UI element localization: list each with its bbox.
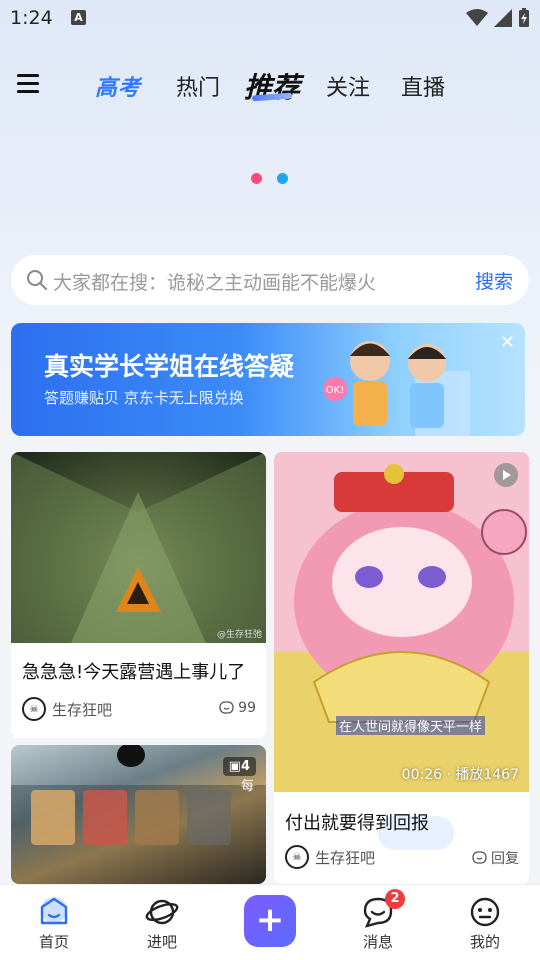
image-count-badge: ▣4 xyxy=(222,757,256,776)
banner-illustration: OK! xyxy=(323,341,470,436)
tab-home[interactable]: 首页 xyxy=(19,895,89,952)
banner-title: 真实学长学姐在线答疑 xyxy=(44,352,295,381)
profile-icon xyxy=(468,895,502,929)
play-icon[interactable] xyxy=(494,463,518,487)
feed-card[interactable]: ▣4 每 xyxy=(11,745,266,884)
tab-enter-bar[interactable]: 进吧 xyxy=(127,895,197,952)
image-count-value: 4 xyxy=(240,759,250,774)
comment-icon xyxy=(219,700,234,714)
bottom-tab-bar: 首页 进吧 + 2 消息 我的 xyxy=(0,884,540,960)
signal-icon xyxy=(494,9,512,27)
feed-card[interactable]: @生存狂弛 急急急!今天露营遇上事儿了 ☠ 生存狂吧 99 xyxy=(11,452,266,738)
author-name: 生存狂吧 xyxy=(315,848,376,867)
tab-home-label: 首页 xyxy=(38,933,69,951)
search-input[interactable]: 大家都在搜：诡秘之主动画能不能爆火 xyxy=(53,268,376,295)
planet-icon xyxy=(145,895,179,929)
unread-badge: 2 xyxy=(385,889,405,909)
post-image: ▣4 每 xyxy=(11,745,266,884)
post-image: @生存狂弛 xyxy=(11,452,266,643)
tab-gaokao[interactable]: 高考 xyxy=(95,70,141,102)
image-watermark: @生存狂弛 xyxy=(216,630,262,640)
author-name: 生存狂吧 xyxy=(52,700,113,719)
reply-label: 回复 xyxy=(491,851,519,867)
tab-messages-label: 消息 xyxy=(362,933,393,951)
tab-profile[interactable]: 我的 xyxy=(450,895,520,952)
app-indicator-icon: A xyxy=(71,10,86,25)
image-corner-text: 每 xyxy=(240,779,254,794)
create-post-button[interactable]: + xyxy=(244,895,296,947)
search-bar[interactable]: 大家都在搜：诡秘之主动画能不能爆火 搜索 xyxy=(11,255,529,305)
video-duration-views: 00:26 · 播放1467 xyxy=(401,767,519,783)
author-row[interactable]: ☠ 生存狂吧 xyxy=(285,845,375,869)
banner-subtitle: 答题赚贴贝 京东卡无上限兑换 xyxy=(44,389,244,407)
home-icon xyxy=(37,895,71,929)
reply-button[interactable]: 回复 xyxy=(472,848,519,868)
author-row[interactable]: ☠ 生存狂吧 xyxy=(22,697,112,721)
comment-count-value: 99 xyxy=(238,700,256,716)
tab-messages[interactable]: 2 消息 xyxy=(343,889,413,952)
post-title: 付出就要得到回报 xyxy=(285,813,429,834)
tab-profile-label: 我的 xyxy=(469,933,500,951)
close-icon[interactable]: ✕ xyxy=(500,332,515,353)
search-icon xyxy=(27,270,47,290)
video-caption: 在人世间就得像天平一样 xyxy=(336,716,486,735)
avatar: ☠ xyxy=(285,845,309,869)
comment-icon xyxy=(472,850,487,864)
comment-count[interactable]: 99 xyxy=(219,700,256,716)
tab-live[interactable]: 直播 xyxy=(401,70,445,102)
menu-icon[interactable] xyxy=(17,74,39,94)
tab-follow[interactable]: 关注 xyxy=(326,70,370,102)
carousel-dot-2[interactable] xyxy=(277,173,288,184)
tab-hot[interactable]: 热门 xyxy=(176,70,220,102)
carousel-dot-1[interactable] xyxy=(251,173,262,184)
message-icon: 2 xyxy=(361,889,405,929)
wifi-icon xyxy=(466,9,488,26)
status-icons xyxy=(466,8,530,28)
battery-icon xyxy=(519,8,529,27)
promo-banner[interactable]: 真实学长学姐在线答疑 答题赚贴贝 京东卡无上限兑换 OK! ✕ xyxy=(11,323,525,436)
banner-sticker: OK! xyxy=(323,377,347,401)
status-bar: 1:24 A xyxy=(0,0,540,36)
status-time: 1:24 xyxy=(10,7,53,29)
post-title: 急急急!今天露营遇上事儿了 xyxy=(22,662,246,683)
feed-card[interactable]: 在人世间就得像天平一样 00:26 · 播放1467 付出就要得到回报 ☠ 生存… xyxy=(274,452,529,884)
banner-sticker-text: OK! xyxy=(326,385,344,396)
tab-enter-bar-label: 进吧 xyxy=(146,933,177,951)
post-video-thumbnail: 在人世间就得像天平一样 00:26 · 播放1467 xyxy=(274,452,529,792)
search-button[interactable]: 搜索 xyxy=(475,267,513,294)
avatar: ☠ xyxy=(22,697,46,721)
top-nav: 高考 热门 推荐 关注 直播 xyxy=(0,62,540,108)
